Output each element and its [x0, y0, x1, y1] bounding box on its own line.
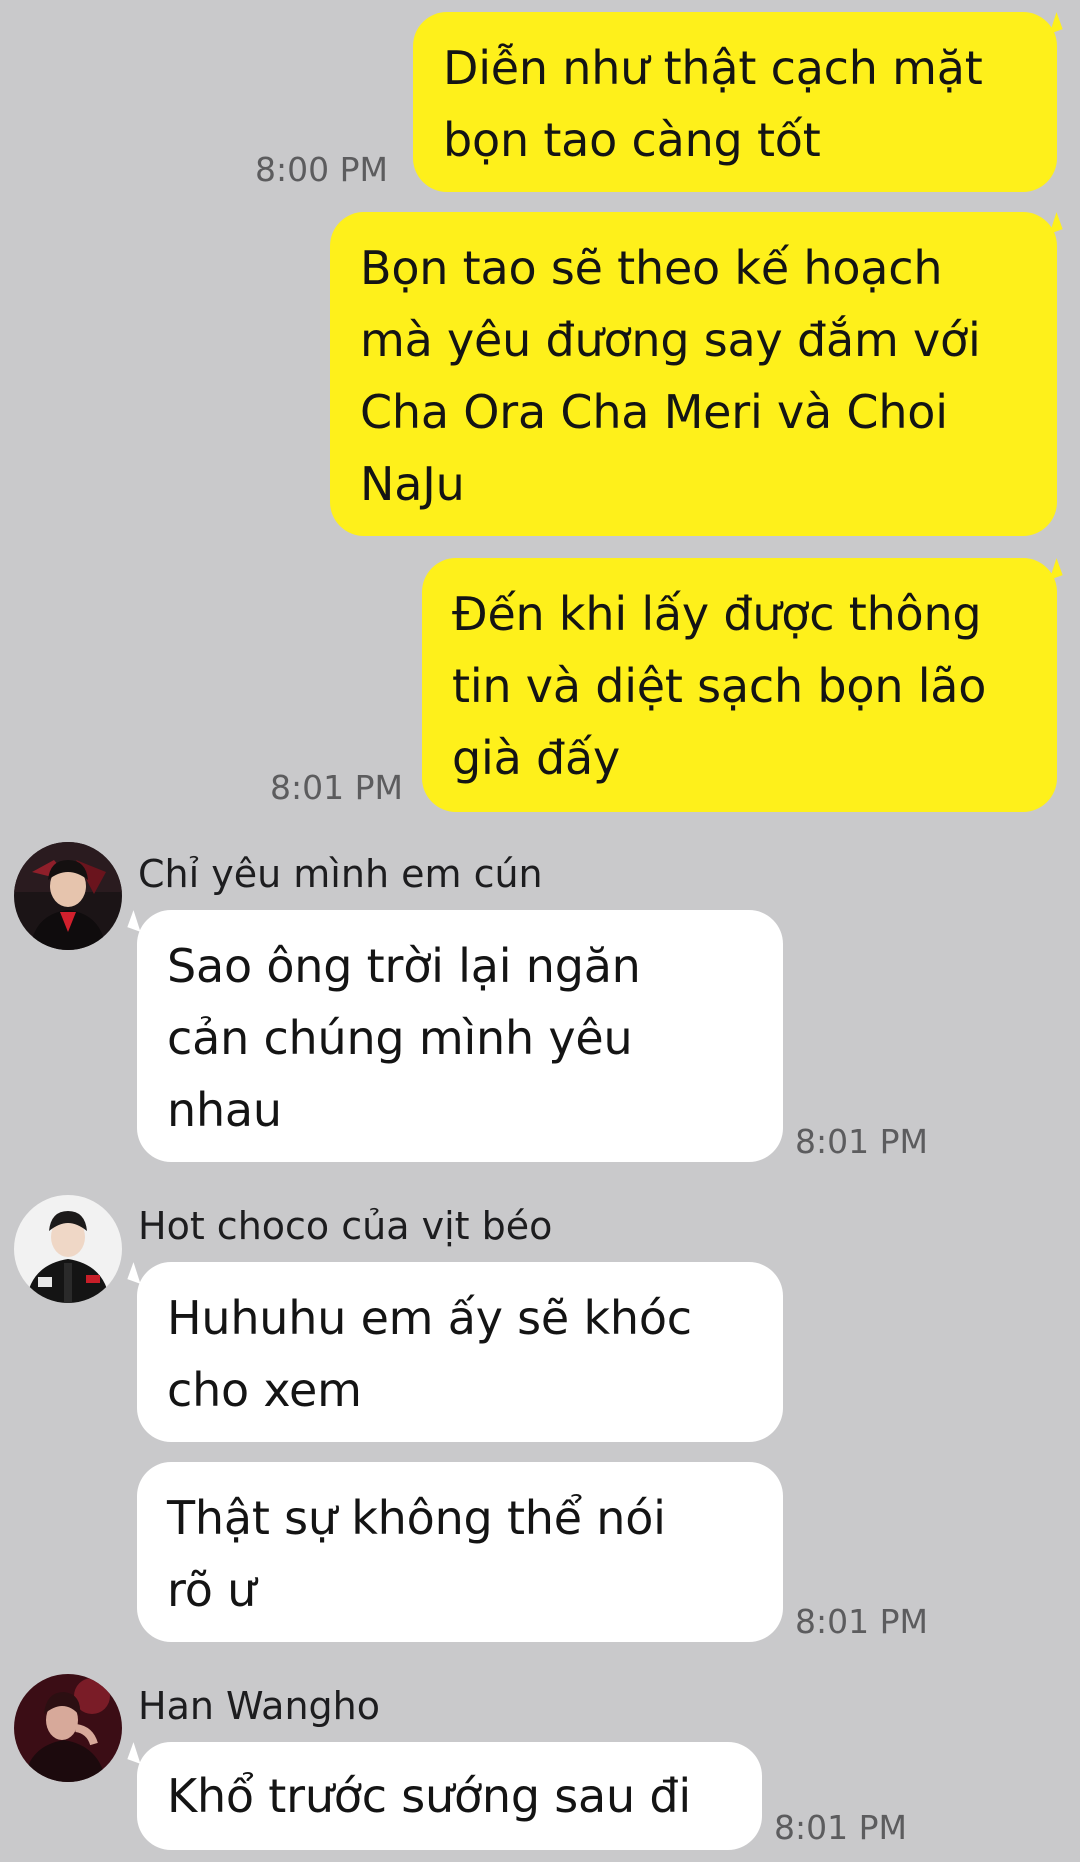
sender-name: Hot choco của vịt béo [138, 1204, 553, 1248]
outgoing-message[interactable]: Bọn tao sẽ theo kế hoạch mà yêu đương sa… [330, 212, 1057, 536]
message-time: 8:01 PM [270, 768, 403, 807]
avatar[interactable] [14, 1674, 122, 1782]
incoming-message[interactable]: Khổ trước sướng sau đi [137, 1742, 762, 1850]
message-time: 8:00 PM [255, 150, 388, 189]
avatar[interactable] [14, 1195, 122, 1303]
profile-photo-black-jacket-icon [14, 1195, 122, 1303]
incoming-message[interactable]: Thật sự không thể nói rõ ư [137, 1462, 783, 1642]
outgoing-message[interactable]: Diễn như thật cạch mặt bọn tao càng tốt [413, 12, 1057, 192]
profile-photo-red-jacket-icon [14, 842, 122, 950]
profile-photo-stage-red-icon [14, 1674, 122, 1782]
message-time: 8:01 PM [795, 1122, 928, 1161]
avatar[interactable] [14, 842, 122, 950]
sender-name: Chỉ yêu mình em cún [138, 852, 543, 896]
sender-name: Han Wangho [138, 1684, 380, 1728]
incoming-message[interactable]: Sao ông trời lại ngăn cản chúng mình yêu… [137, 910, 783, 1162]
message-time: 8:01 PM [774, 1808, 907, 1847]
chat-thread: 8:00 PM Diễn như thật cạch mặt bọn tao c… [0, 0, 1080, 1862]
outgoing-message[interactable]: Đến khi lấy được thông tin và diệt sạch … [422, 558, 1057, 812]
incoming-message[interactable]: Huhuhu em ấy sẽ khóc cho xem [137, 1262, 783, 1442]
message-time: 8:01 PM [795, 1602, 928, 1641]
